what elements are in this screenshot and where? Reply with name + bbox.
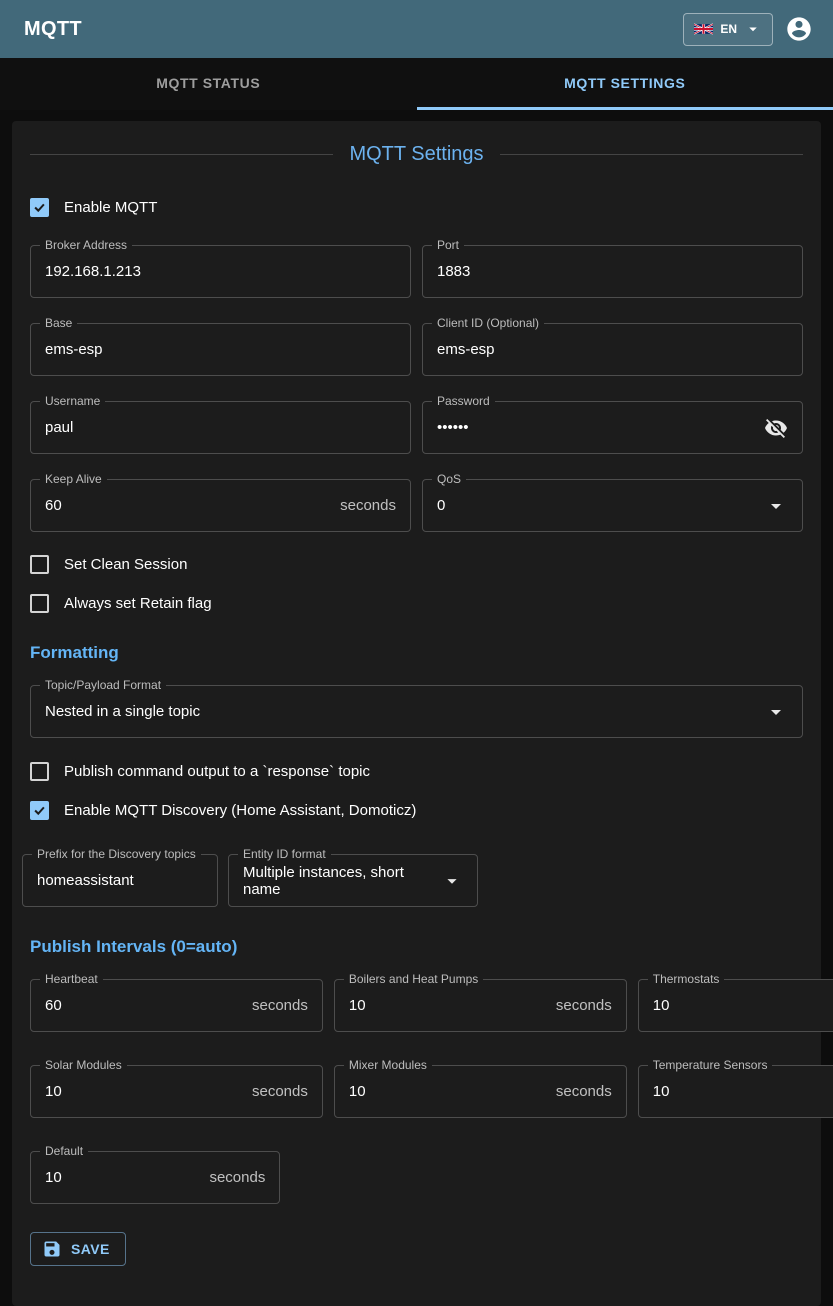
section-title: MQTT Settings: [30, 143, 803, 166]
seconds-adornment: seconds: [209, 1169, 265, 1186]
mixer-interval-field: Mixer Modules seconds: [334, 1065, 627, 1118]
publish-intervals-heading: Publish Intervals (0=auto): [30, 937, 803, 957]
discovery-prefix-input[interactable]: [37, 872, 203, 889]
port-input[interactable]: [437, 263, 788, 280]
username-field: Username: [30, 401, 411, 454]
mixer-interval-input[interactable]: [349, 1083, 548, 1100]
entity-id-format-value: Multiple instances, short name: [243, 864, 441, 898]
language-label: EN: [720, 22, 737, 36]
topic-format-value: Nested in a single topic: [45, 703, 764, 720]
port-field: Port: [422, 245, 803, 298]
client-id-input[interactable]: [437, 341, 788, 358]
retain-flag-checkbox[interactable]: Always set Retain flag: [30, 594, 803, 613]
save-button[interactable]: SAVE: [30, 1232, 126, 1266]
dropdown-arrow-icon: [764, 494, 788, 518]
keep-alive-field: Keep Alive seconds: [30, 479, 411, 532]
base-field: Base: [30, 323, 411, 376]
app-bar: MQTT EN: [0, 0, 833, 58]
checkbox-unchecked-icon: [30, 555, 49, 574]
thermostats-interval-input[interactable]: [653, 997, 833, 1014]
username-input[interactable]: [45, 419, 396, 436]
save-button-label: SAVE: [71, 1241, 110, 1257]
language-selector[interactable]: EN: [683, 13, 773, 46]
qos-select[interactable]: QoS 0: [422, 479, 803, 532]
checkbox-checked-icon: [30, 198, 49, 217]
broker-address-field: Broker Address: [30, 245, 411, 298]
thermostats-interval-field: Thermostats seconds: [638, 979, 833, 1032]
clean-session-checkbox[interactable]: Set Clean Session: [30, 555, 803, 574]
save-icon: [42, 1239, 62, 1259]
discovery-prefix-field: Prefix for the Discovery topics: [22, 854, 218, 907]
heartbeat-interval-input[interactable]: [45, 997, 244, 1014]
default-interval-field: Default seconds: [30, 1151, 280, 1204]
temperature-interval-field: Temperature Sensors seconds: [638, 1065, 833, 1118]
formatting-heading: Formatting: [30, 643, 803, 663]
base-input[interactable]: [45, 341, 396, 358]
checkbox-unchecked-icon: [30, 594, 49, 613]
uk-flag-icon: [694, 23, 713, 35]
section-title-text: MQTT Settings: [349, 143, 483, 166]
dropdown-arrow-icon: [441, 870, 463, 892]
mqtt-settings-card: MQTT Settings Enable MQTT Broker Address…: [12, 121, 821, 1306]
publish-response-checkbox[interactable]: Publish command output to a `response` t…: [30, 762, 803, 781]
solar-interval-field: Solar Modules seconds: [30, 1065, 323, 1118]
password-input[interactable]: [437, 419, 756, 436]
checkbox-checked-icon: [30, 801, 49, 820]
app-title: MQTT: [24, 18, 82, 41]
entity-id-format-select[interactable]: Entity ID format Multiple instances, sho…: [228, 854, 478, 907]
tab-bar: MQTT STATUS MQTT SETTINGS: [0, 58, 833, 110]
visibility-off-icon[interactable]: [764, 416, 788, 440]
client-id-field: Client ID (Optional): [422, 323, 803, 376]
default-interval-input[interactable]: [45, 1169, 201, 1186]
seconds-adornment: seconds: [556, 997, 612, 1014]
heartbeat-interval-field: Heartbeat seconds: [30, 979, 323, 1032]
password-field: Password: [422, 401, 803, 454]
qos-value: 0: [437, 497, 764, 514]
seconds-adornment: seconds: [252, 1083, 308, 1100]
account-circle-icon[interactable]: [785, 15, 813, 43]
tab-mqtt-status[interactable]: MQTT STATUS: [0, 58, 417, 110]
enable-mqtt-checkbox[interactable]: Enable MQTT: [30, 198, 803, 217]
dropdown-arrow-icon: [764, 700, 788, 724]
boilers-interval-field: Boilers and Heat Pumps seconds: [334, 979, 627, 1032]
seconds-adornment: seconds: [556, 1083, 612, 1100]
seconds-adornment: seconds: [340, 497, 396, 514]
broker-address-input[interactable]: [45, 263, 396, 280]
tab-mqtt-settings[interactable]: MQTT SETTINGS: [417, 58, 833, 110]
seconds-adornment: seconds: [252, 997, 308, 1014]
boilers-interval-input[interactable]: [349, 997, 548, 1014]
checkbox-unchecked-icon: [30, 762, 49, 781]
topic-format-select[interactable]: Topic/Payload Format Nested in a single …: [30, 685, 803, 738]
mqtt-discovery-checkbox[interactable]: Enable MQTT Discovery (Home Assistant, D…: [30, 801, 803, 820]
chevron-down-icon: [744, 20, 762, 38]
temperature-interval-input[interactable]: [653, 1083, 833, 1100]
keep-alive-input[interactable]: [45, 497, 332, 514]
solar-interval-input[interactable]: [45, 1083, 244, 1100]
